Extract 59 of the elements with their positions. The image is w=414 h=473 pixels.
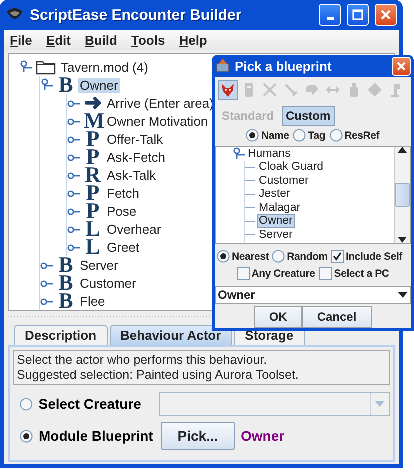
glyph-icon: B [57, 256, 75, 274]
menu-item[interactable]: Tools [131, 32, 166, 48]
radio-label[interactable]: Random [287, 250, 328, 262]
glyph-icon: P [84, 184, 102, 202]
dialog-title: Pick a blueprint [235, 58, 333, 74]
tree-item[interactable]: Owner Motivation [105, 114, 210, 128]
dialog-button[interactable]: Cancel [302, 306, 372, 328]
tree-item[interactable]: Greet [105, 240, 142, 254]
checkbox-label[interactable]: Select a PC [334, 268, 390, 280]
radio-label[interactable]: Name [261, 130, 290, 142]
glyph-icon: B [57, 274, 75, 292]
tree-item[interactable]: Pose [105, 204, 139, 218]
glyph-icon: B [57, 292, 75, 310]
pick-button[interactable]: Pick... [161, 422, 235, 450]
glyph-icon: P [84, 130, 102, 148]
glyph-icon: P [84, 148, 102, 166]
list-item[interactable]: Cloak Guard [257, 160, 326, 174]
tree-item[interactable]: Tavern.mod (4) [59, 60, 150, 74]
description-text: Select the actor who performs this behaviour. [17, 353, 268, 367]
radio-label[interactable]: ResRef [344, 130, 380, 142]
list-item[interactable]: Malagar [257, 200, 303, 215]
tree-item[interactable]: Overhear [105, 222, 164, 236]
description-text: Suggested selection: Painted using Aurora Toolset. [17, 368, 300, 382]
tree-item[interactable]: Customer [78, 276, 138, 290]
tab[interactable]: Description [14, 325, 108, 345]
radio-label[interactable]: Tag [308, 130, 326, 142]
list-item[interactable]: Owner [257, 214, 295, 228]
menu-item[interactable]: File [10, 32, 32, 48]
glyph-icon: B [57, 76, 75, 94]
mode-toggle[interactable]: Custom [282, 106, 335, 126]
option-label[interactable]: Module Blueprint [39, 428, 155, 444]
glyph-icon: L [84, 238, 102, 256]
glyph-icon: R [84, 166, 102, 184]
tree-item[interactable]: Ask-Fetch [105, 150, 168, 164]
list-item[interactable]: Jester [257, 187, 292, 202]
menu-item[interactable]: Help [179, 32, 208, 48]
checkbox-label[interactable]: Any Creature [252, 268, 316, 280]
tree-item[interactable]: Owner [78, 78, 120, 92]
dialog-button[interactable]: OK [254, 306, 302, 328]
menu-item[interactable]: Build [84, 32, 118, 48]
list-item[interactable]: Customer [257, 174, 311, 188]
blueprint-dropdown[interactable]: Owner [215, 286, 411, 304]
menu-item[interactable]: Edit [46, 32, 71, 48]
radio-label[interactable]: Nearest [232, 250, 270, 262]
tree-item[interactable]: Ask-Talk [105, 168, 158, 182]
tab[interactable]: Behaviour Actor [110, 325, 232, 345]
tree-item[interactable]: Server [78, 258, 120, 272]
glyph-icon: M [84, 112, 102, 130]
list-item[interactable]: Humans [246, 147, 293, 161]
checkbox-label[interactable]: Include Self [346, 250, 402, 262]
window-title: ScriptEase Encounter Builder [30, 6, 243, 24]
tree-item[interactable]: Fetch [105, 186, 142, 200]
glyph-icon: ➜ [84, 94, 102, 112]
blueprint-value: Owner [241, 428, 285, 444]
glyph-icon: P [84, 202, 102, 220]
tree-item[interactable]: Offer-Talk [105, 132, 166, 146]
tree-item[interactable]: Flee [78, 294, 108, 308]
list-item[interactable]: Server [257, 228, 295, 242]
glyph-icon: L [84, 220, 102, 238]
